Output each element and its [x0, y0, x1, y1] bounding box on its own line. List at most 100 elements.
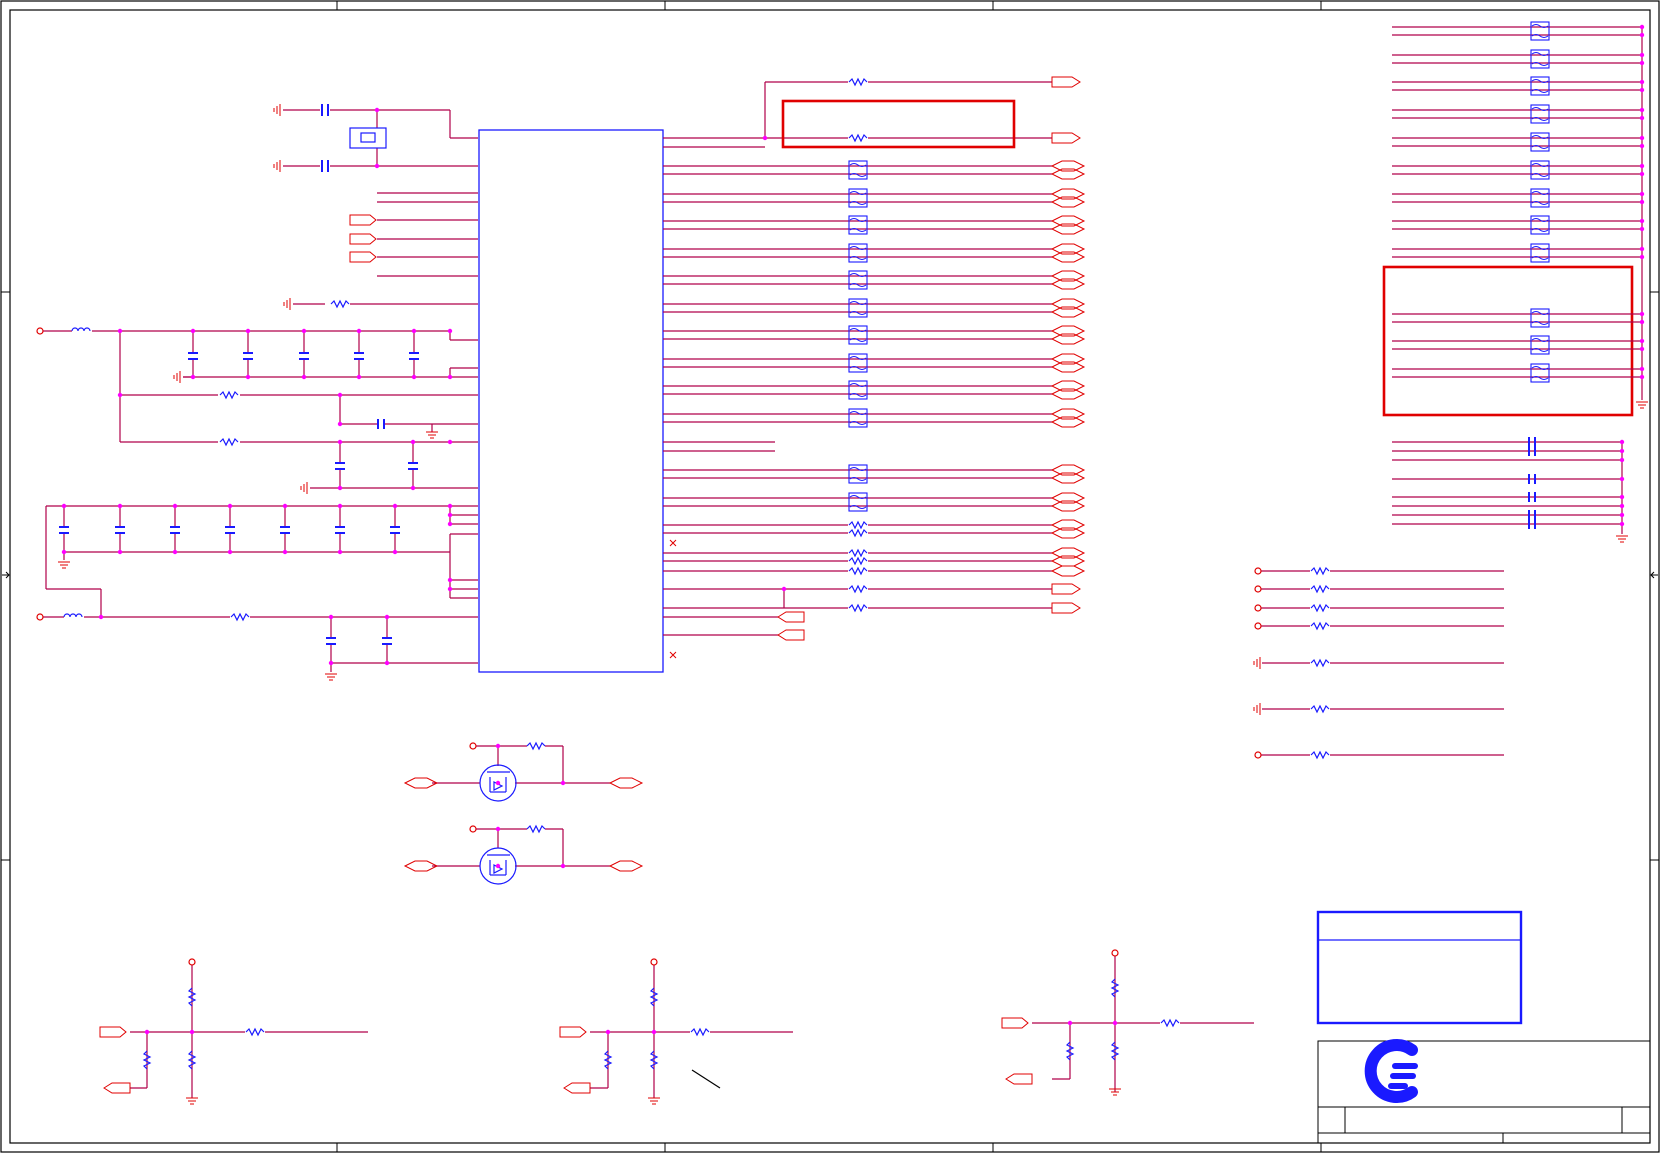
junction: [1639, 346, 1645, 352]
resistor: [526, 824, 546, 834]
ground: [273, 104, 281, 116]
junction: [356, 374, 362, 380]
crystal-circuit: [283, 109, 478, 167]
junction: [447, 586, 453, 592]
junction: [374, 163, 380, 169]
resistor: [848, 133, 868, 143]
resistor: [1310, 658, 1330, 668]
ground: [300, 482, 308, 494]
power-port: [188, 958, 196, 966]
resistor: [219, 437, 239, 447]
ground: [186, 1097, 198, 1105]
ferrite-bead: [1530, 104, 1550, 124]
net-port: [559, 1026, 587, 1038]
ground: [1616, 535, 1628, 543]
company-logo-icon: [1364, 1039, 1418, 1103]
junction: [172, 503, 178, 509]
right-bus: [1392, 27, 1643, 534]
ferrite-bead: [1530, 335, 1550, 355]
junction: [447, 503, 453, 509]
junction: [447, 328, 453, 334]
power-port: [650, 958, 658, 966]
power-port: [1254, 585, 1262, 593]
junction: [117, 503, 123, 509]
junction: [1639, 246, 1645, 252]
resistor: [848, 556, 868, 566]
ground: [1636, 401, 1648, 409]
junction: [1639, 254, 1645, 260]
junction: [495, 826, 501, 832]
ferrite-bead: [1530, 49, 1550, 69]
schematic-sheet: [0, 0, 1660, 1153]
ground: [648, 1097, 660, 1105]
power-port: [1111, 949, 1119, 957]
highlight-box-1: [781, 99, 1016, 149]
junction: [282, 503, 288, 509]
junction: [781, 586, 787, 592]
junction: [301, 374, 307, 380]
capacitor: [170, 526, 180, 534]
capacitor: [377, 419, 385, 429]
ferrite-bead: [848, 160, 868, 180]
ferrite-bead: [1530, 160, 1550, 180]
junction: [190, 328, 196, 334]
junction: [172, 549, 178, 555]
capacitor: [335, 462, 345, 470]
junction: [1639, 366, 1645, 372]
net-port: [103, 1082, 131, 1094]
resistor: [848, 528, 868, 538]
junction: [1639, 374, 1645, 380]
junction: [337, 485, 343, 491]
junction: [337, 421, 343, 427]
junction: [1639, 87, 1645, 93]
ferrite-bead: [848, 243, 868, 263]
junction: [1639, 107, 1645, 113]
junction: [1639, 226, 1645, 232]
junction: [560, 780, 566, 786]
ferrite-bead: [1530, 132, 1550, 152]
capacitor: [409, 352, 419, 360]
resistor: [245, 1027, 265, 1037]
inductor: [71, 327, 91, 332]
net-port: [608, 860, 644, 872]
junction: [1619, 494, 1625, 500]
capacitor: [225, 526, 235, 534]
junction: [356, 328, 362, 334]
title-block: [1317, 1040, 1651, 1144]
ground: [426, 431, 438, 439]
capacitor: [326, 637, 336, 645]
net-port: [777, 629, 805, 641]
ferrite-bead: [848, 325, 868, 345]
ferrite-bead: [848, 298, 868, 318]
ground: [58, 561, 70, 569]
power-port: [36, 327, 44, 335]
junction: [1639, 163, 1645, 169]
ferrite-bead: [848, 270, 868, 290]
left-signal-wires: [293, 192, 478, 305]
level-shifter-wires: [432, 745, 610, 867]
junction: [1639, 135, 1645, 141]
junction: [1112, 1020, 1118, 1026]
resistor: [1310, 566, 1330, 576]
net-port: [1051, 583, 1081, 595]
junction: [495, 863, 501, 869]
right-resistor-wires: [1258, 570, 1504, 756]
junction: [1639, 218, 1645, 224]
resistor: [1310, 603, 1330, 613]
junction: [605, 1029, 611, 1035]
capacitor: [408, 462, 418, 470]
junction: [1639, 60, 1645, 66]
junction: [1619, 476, 1625, 482]
power-port: [1254, 604, 1262, 612]
ground: [283, 298, 291, 310]
junction: [144, 1029, 150, 1035]
junction: [762, 135, 768, 141]
junction: [1619, 457, 1625, 463]
junction: [495, 743, 501, 749]
ferrite-bead: [1530, 243, 1550, 263]
junction: [411, 374, 417, 380]
net-port: [608, 777, 644, 789]
junction: [1639, 32, 1645, 38]
junction: [1639, 52, 1645, 58]
junction: [1619, 448, 1625, 454]
